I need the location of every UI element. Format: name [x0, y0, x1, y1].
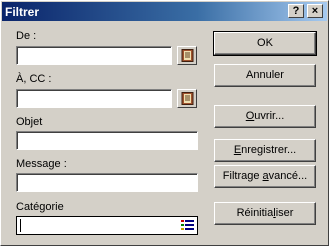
filter-dialog: Filtrer ? × De : À, CC : Objet Message:… [0, 0, 329, 246]
window-title: Filtrer [5, 5, 40, 19]
title-bar[interactable]: Filtrer ? × [2, 2, 327, 21]
save-button[interactable]: Enregistrer... [214, 139, 316, 162]
help-icon: ? [292, 5, 300, 17]
ok-button[interactable]: OK [213, 31, 317, 56]
address-book-icon [181, 92, 194, 105]
message-field[interactable] [16, 173, 198, 192]
from-address-book-button[interactable] [177, 46, 197, 65]
to-cc-field[interactable] [16, 89, 172, 108]
message-label: Message : [16, 158, 67, 170]
reset-button[interactable]: Réinitialiser [214, 202, 316, 225]
text-cursor [20, 219, 21, 232]
cancel-button[interactable]: Annuler [214, 64, 316, 87]
to-cc-label: À, CC : [16, 73, 52, 85]
help-button[interactable]: ? [288, 4, 304, 18]
advanced-filter-button[interactable]: Filtrage avancé... [214, 165, 316, 188]
close-button[interactable]: × [307, 4, 323, 18]
category-label: Catégorie [16, 201, 64, 213]
from-label: De : [16, 30, 37, 42]
category-list-icon[interactable] [181, 220, 194, 231]
subject-field[interactable] [16, 131, 198, 150]
address-book-icon [181, 49, 194, 62]
from-field[interactable] [16, 46, 172, 65]
subject-label: Objet [16, 116, 43, 128]
to-cc-address-book-button[interactable] [177, 89, 197, 108]
close-icon: × [311, 5, 319, 17]
category-field[interactable] [16, 216, 198, 235]
open-button[interactable]: Ouvrir... [214, 105, 316, 128]
